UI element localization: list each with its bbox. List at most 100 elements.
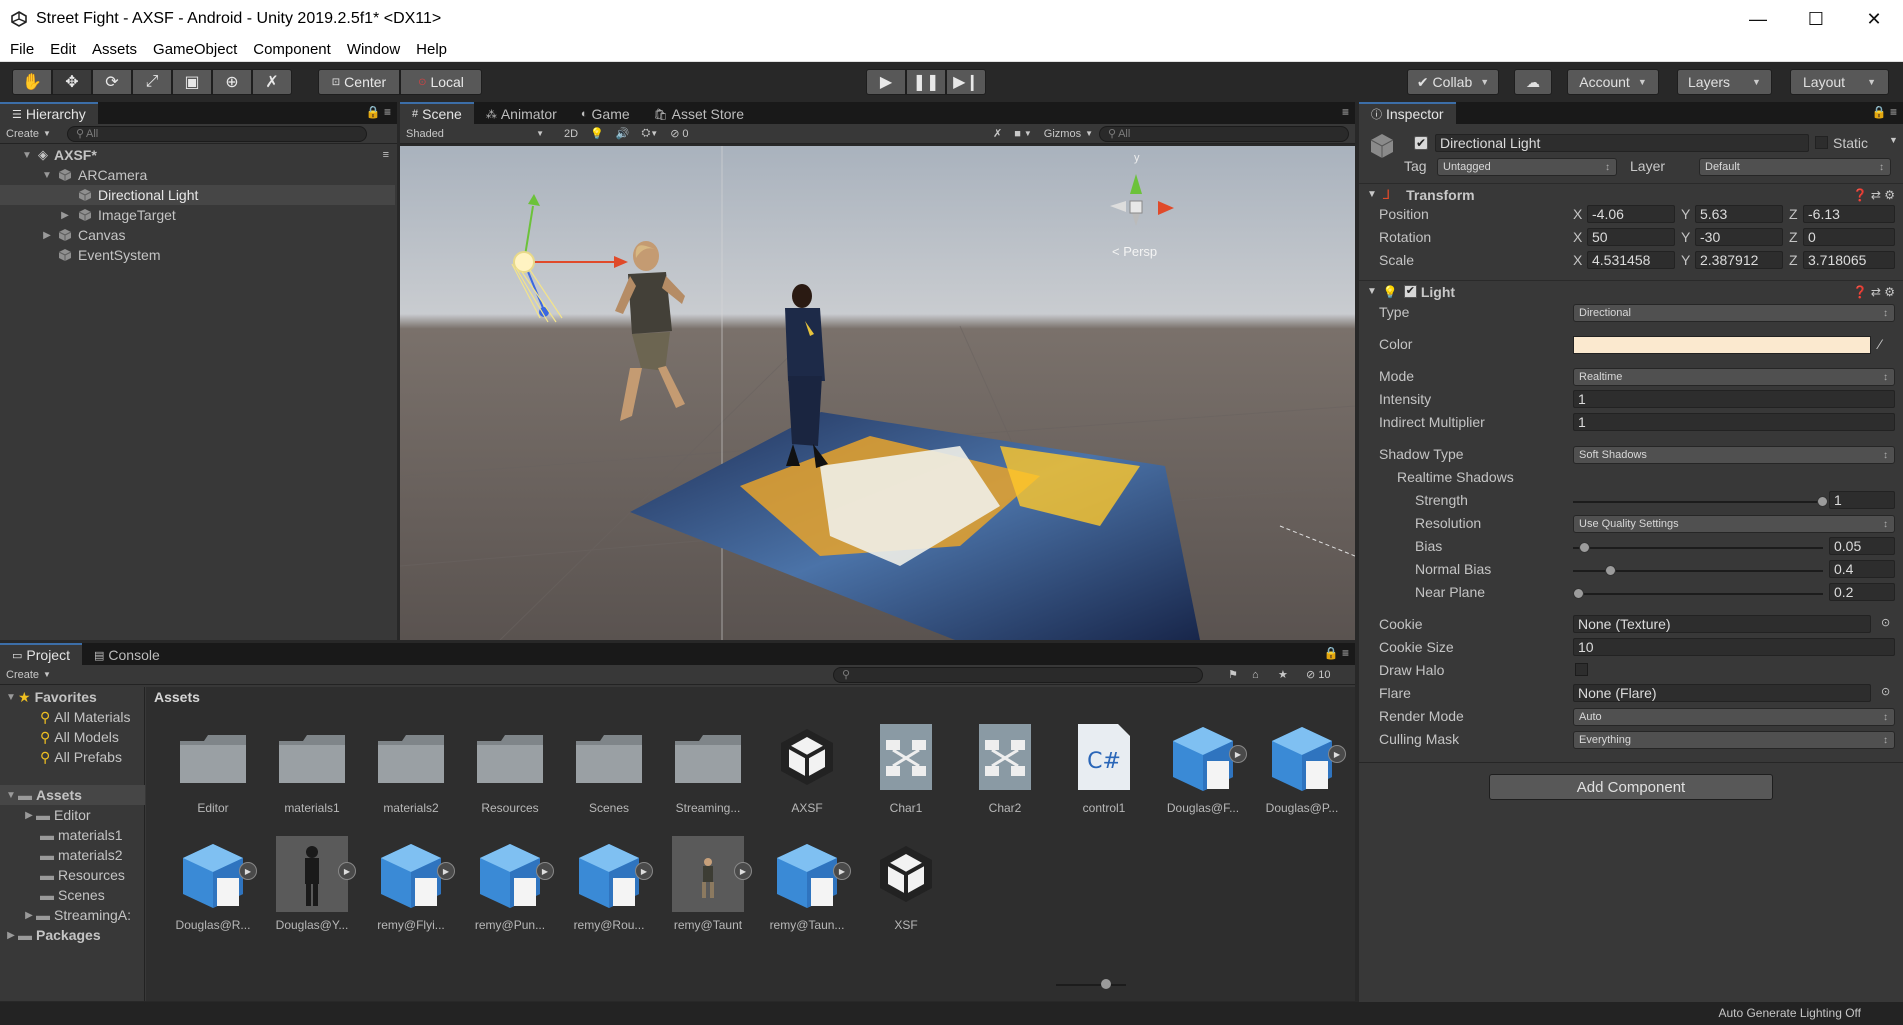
shading-mode-dropdown[interactable]: Shaded ▼ — [400, 128, 550, 140]
hierarchy-item-canvas[interactable]: ▶ Canvas — [0, 225, 395, 245]
eyedropper-icon[interactable]: ⁄ — [1879, 336, 1881, 352]
add-component-button[interactable]: Add Component — [1489, 774, 1773, 800]
audio-toggle[interactable]: 🔊 — [610, 127, 636, 140]
menu-component[interactable]: Component — [245, 41, 339, 58]
asset-item[interactable]: ▶ Douglas@F... — [1158, 717, 1248, 815]
hierarchy-create-button[interactable]: Create ▼ — [0, 128, 57, 140]
light-component-header[interactable]: ▼ 💡 ✔ Light ❓ ⇄ ⚙ — [1359, 280, 1903, 302]
near-plane-input[interactable]: 0.2 — [1829, 583, 1895, 601]
collapsed-arrow-icon[interactable]: ▶ — [40, 230, 54, 241]
preview-play-icon[interactable]: ▶ — [437, 862, 455, 880]
rect-tool-button[interactable]: ▣ — [172, 69, 212, 95]
toggle-2d-button[interactable]: 2D — [558, 128, 584, 140]
panel-menu-icon[interactable]: 🔒 ≡ — [366, 105, 391, 119]
preview-play-icon[interactable]: ▶ — [239, 862, 257, 880]
resolution-dropdown[interactable]: Use Quality Settings — [1573, 515, 1895, 533]
tab-hierarchy[interactable]: ☰ Hierarchy — [0, 102, 98, 124]
strength-input[interactable]: 1 — [1829, 491, 1895, 509]
preview-play-icon[interactable]: ▶ — [635, 862, 653, 880]
tree-favorites[interactable]: ▼ ★ Favorites — [0, 687, 145, 707]
pivot-center-button[interactable]: ⊡ Center — [318, 69, 400, 95]
tab-console[interactable]: ▤ Console — [82, 643, 172, 665]
transform-component-header[interactable]: ▼ ⅃ Transform ❓ ⇄ ⚙ — [1359, 183, 1903, 205]
preview-play-icon[interactable]: ▶ — [1229, 745, 1247, 763]
asset-item[interactable]: Char2 — [960, 717, 1050, 815]
cloud-button[interactable]: ☁ — [1514, 69, 1552, 95]
preview-play-icon[interactable]: ▶ — [734, 862, 752, 880]
menu-file[interactable]: File — [0, 41, 42, 58]
near-plane-slider-knob[interactable] — [1573, 588, 1584, 599]
asset-item[interactable]: Scenes — [564, 717, 654, 815]
asset-item[interactable]: XSF — [861, 834, 951, 932]
render-mode-dropdown[interactable]: Auto — [1573, 708, 1895, 726]
asset-item[interactable]: ▶ remy@Taun... — [762, 834, 852, 932]
scale-tool-button[interactable]: ⤢ — [132, 69, 172, 95]
zoom-slider-knob[interactable] — [1101, 979, 1111, 989]
menu-help[interactable]: Help — [408, 41, 455, 58]
static-checkbox[interactable] — [1815, 136, 1828, 149]
scale-y-input[interactable]: 2.387912 — [1695, 251, 1783, 269]
intensity-input[interactable]: 1 — [1573, 390, 1895, 408]
near-plane-slider-track[interactable] — [1573, 593, 1823, 595]
layers-dropdown[interactable]: Layers ▼ — [1677, 69, 1772, 95]
persp-label[interactable]: < Persp — [1112, 244, 1157, 259]
tree-folder-materials1[interactable]: ▬ materials1 — [0, 825, 145, 845]
step-button[interactable]: ▶❙ — [946, 69, 986, 95]
light-mode-dropdown[interactable]: Realtime — [1573, 368, 1895, 386]
object-picker-icon[interactable]: ⊙ — [1881, 685, 1890, 698]
tab-game[interactable]: ◐ Game — [569, 102, 642, 124]
collapsed-arrow-icon[interactable]: ▶ — [22, 910, 36, 921]
asset-item[interactable]: ▶ remy@Taunt — [663, 834, 753, 932]
light-color-field[interactable] — [1573, 336, 1871, 354]
camera-dropdown[interactable]: ■ ▼ — [1008, 128, 1038, 140]
maximize-button[interactable]: ☐ — [1787, 0, 1845, 38]
asset-item[interactable]: ▶ remy@Rou... — [564, 834, 654, 932]
normal-bias-slider-knob[interactable] — [1604, 565, 1616, 576]
scale-x-input[interactable]: 4.531458 — [1587, 251, 1675, 269]
bias-slider-track[interactable] — [1573, 547, 1823, 549]
preview-play-icon[interactable]: ▶ — [833, 862, 851, 880]
panel-menu-icon[interactable]: ≡ — [1342, 105, 1349, 119]
expand-arrow-icon[interactable]: ▼ — [20, 150, 34, 161]
cookie-size-input[interactable]: 10 — [1573, 638, 1895, 656]
filter-type-button[interactable]: ⚑ — [1222, 668, 1244, 681]
hand-tool-button[interactable]: ✋ — [12, 69, 52, 95]
gizmos-dropdown[interactable]: Gizmos ▼ — [1038, 128, 1099, 140]
hierarchy-search-input[interactable]: ⚲ All — [66, 125, 367, 142]
effects-toggle[interactable]: ⛭ ▼ — [635, 127, 664, 140]
expand-arrow-icon[interactable]: ▼ — [4, 790, 18, 801]
shadow-type-dropdown[interactable]: Soft Shadows — [1573, 446, 1895, 464]
collab-dropdown[interactable]: ✔ Collab ▼ — [1407, 69, 1499, 95]
tab-inspector[interactable]: ⓘ Inspector — [1359, 102, 1456, 124]
hierarchy-item-eventsystem[interactable]: EventSystem — [0, 245, 395, 265]
light-type-dropdown[interactable]: Directional — [1573, 304, 1895, 322]
asset-item[interactable]: ▶ Douglas@Y... — [267, 834, 357, 932]
account-dropdown[interactable]: Account ▼ — [1567, 69, 1659, 95]
tree-fav-all-prefabs[interactable]: ⚲ All Prefabs — [0, 747, 145, 767]
position-y-input[interactable]: 5.63 — [1695, 205, 1783, 223]
pause-button[interactable]: ❚❚ — [906, 69, 946, 95]
asset-item[interactable]: AXSF — [762, 717, 852, 815]
layout-dropdown[interactable]: Layout ▼ — [1790, 69, 1889, 95]
position-z-input[interactable]: -6.13 — [1803, 205, 1895, 223]
filter-label-button[interactable]: ⌂ — [1246, 669, 1265, 681]
draw-halo-checkbox[interactable] — [1575, 663, 1588, 676]
tree-folder-resources[interactable]: ▬ Resources — [0, 865, 145, 885]
transform-tool-button[interactable]: ⊕ — [212, 69, 252, 95]
tree-packages[interactable]: ▶ ▬ Packages — [0, 925, 145, 945]
play-button[interactable]: ▶ — [866, 69, 906, 95]
indirect-multiplier-input[interactable]: 1 — [1573, 413, 1895, 431]
minimize-button[interactable]: — — [1729, 0, 1787, 38]
tree-folder-streaming[interactable]: ▶ ▬ StreamingA: — [0, 905, 145, 925]
tree-fav-all-models[interactable]: ⚲ All Models — [0, 727, 145, 747]
position-x-input[interactable]: -4.06 — [1587, 205, 1675, 223]
tree-folder-editor[interactable]: ▶ ▬ Editor — [0, 805, 145, 825]
strength-slider-track[interactable] — [1573, 501, 1823, 503]
tab-project[interactable]: ▭ Project — [0, 643, 82, 665]
hierarchy-item-imagetarget[interactable]: ▶ ImageTarget — [0, 205, 395, 225]
pivot-local-button[interactable]: ⊙ Local — [400, 69, 482, 95]
layer-dropdown[interactable]: Default — [1699, 158, 1891, 176]
hierarchy-item-directional-light[interactable]: Directional Light — [0, 185, 395, 205]
menu-gameobject[interactable]: GameObject — [145, 41, 245, 58]
object-name-input[interactable]: Directional Light — [1435, 134, 1809, 152]
